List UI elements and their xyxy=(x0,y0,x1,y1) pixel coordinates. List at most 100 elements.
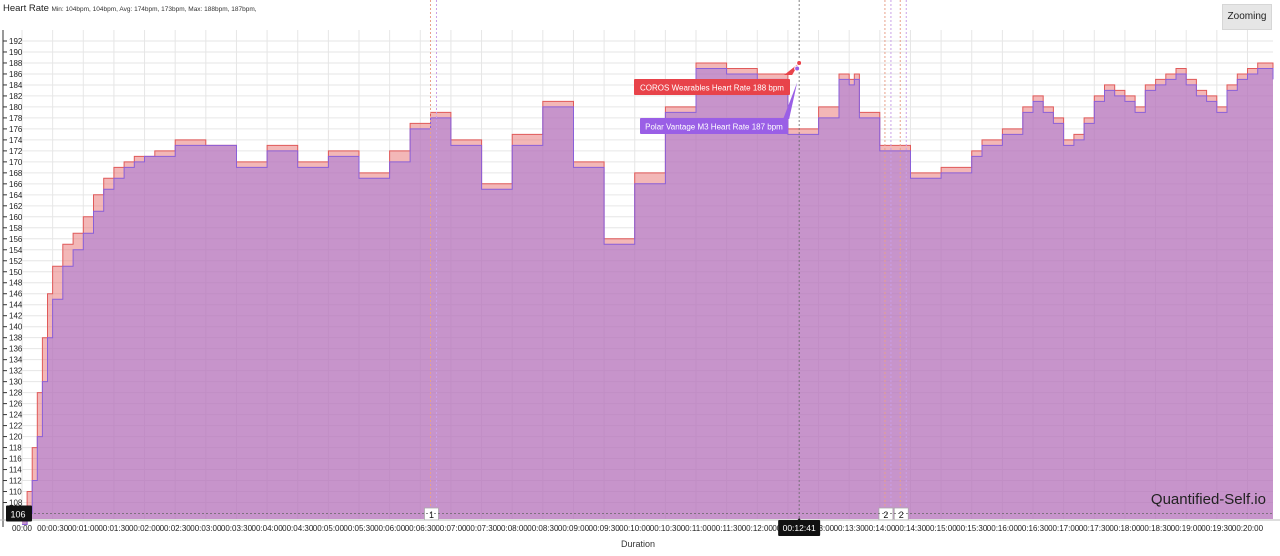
y-tick-label: 186 xyxy=(9,70,23,79)
x-tick-label: 00:06:30 xyxy=(405,524,437,533)
crosshair-x-label: 00:12:41 xyxy=(783,523,816,533)
y-tick-label: 136 xyxy=(9,345,23,354)
y-tick-label: 172 xyxy=(9,147,23,156)
y-tick-label: 132 xyxy=(9,367,23,376)
y-tick-label: 182 xyxy=(9,92,23,101)
x-tick-label: 00:05:00 xyxy=(313,524,345,533)
y-tick-label: 166 xyxy=(9,180,23,189)
y-tick-label: 192 xyxy=(9,37,23,46)
chart-title-text: Heart Rate xyxy=(3,3,49,14)
lap-badge-label: 2 xyxy=(883,510,888,520)
y-tick-label: 146 xyxy=(9,290,23,299)
tooltip-coros-label: COROS Wearables Heart Rate 188 bpm xyxy=(640,84,784,93)
x-tick-label: 00:09:00 xyxy=(558,524,590,533)
tooltip-polar-label: Polar Vantage M3 Heart Rate 187 bpm xyxy=(645,123,783,132)
chart-area[interactable]: 122 108 110 112 114 116 118 120 122 124 126 128 130… xyxy=(0,0,1280,551)
y-tick-label: 184 xyxy=(9,81,23,90)
y-tick-label: 134 xyxy=(9,356,23,365)
y-tick-label: 116 xyxy=(9,455,22,464)
y-tick-label: 140 xyxy=(9,323,23,332)
y-tick-label: 122 xyxy=(9,422,23,431)
x-tick-label: 00:04:30 xyxy=(282,524,314,533)
chart-title: Heart Rate Min: 104bpm, 104bpm, Avg: 174… xyxy=(3,3,257,14)
x-tick-label: 00:01:30 xyxy=(98,524,130,533)
x-tick-label: 00:10:00 xyxy=(619,524,651,533)
x-tick-label: 00:06:00 xyxy=(374,524,406,533)
x-tick-label: 00:16:00 xyxy=(987,524,1019,533)
x-tick-label: 00:15:30 xyxy=(956,524,988,533)
x-tick-label: 00:01:00 xyxy=(68,524,100,533)
y-tick-label: 160 xyxy=(9,213,23,222)
y-tick-label: 176 xyxy=(9,125,23,134)
hover-point-coros xyxy=(796,59,803,66)
zooming-button[interactable]: Zooming xyxy=(1222,4,1272,30)
y-tick-label: 156 xyxy=(9,235,23,244)
x-tick-label: 00:19:00 xyxy=(1171,524,1203,533)
x-tick-label: 00:11:00 xyxy=(681,524,712,533)
x-tick-label: 00:04:00 xyxy=(252,524,284,533)
x-tick-label: 00:00 xyxy=(12,524,33,533)
x-tick-label: 00:17:00 xyxy=(1048,524,1080,533)
y-tick-label: 162 xyxy=(9,202,23,211)
y-tick-label: 152 xyxy=(9,257,23,266)
y-tick-label: 154 xyxy=(9,246,23,255)
y-tick-label: 112 xyxy=(9,477,22,486)
x-tick-label: 00:00:30 xyxy=(37,524,69,533)
y-tick-label: 126 xyxy=(9,400,23,409)
x-tick-label: 00:16:30 xyxy=(1017,524,1049,533)
x-tick-label: 00:19:30 xyxy=(1201,524,1233,533)
y-tick-label: 138 xyxy=(9,334,23,343)
x-tick-label: 00:13:30 xyxy=(834,524,866,533)
y-tick-label: 144 xyxy=(9,301,23,310)
x-axis-title: Duration xyxy=(621,539,655,549)
x-tick-label: 00:14:30 xyxy=(895,524,927,533)
x-tick-label: 00:14:00 xyxy=(864,524,896,533)
x-tick-label: 00:10:30 xyxy=(650,524,682,533)
y-axis: 1081101121141161181201221241261281301321… xyxy=(2,30,23,527)
x-tick-label: 00:09:30 xyxy=(589,524,621,533)
y-tick-label: 120 xyxy=(9,433,23,442)
x-tick-label: 00:18:30 xyxy=(1140,524,1172,533)
y-tick-label: 180 xyxy=(9,103,23,112)
x-tick-label: 00:03:00 xyxy=(190,524,222,533)
y-tick-label: 130 xyxy=(9,378,23,387)
y-tick-label: 190 xyxy=(9,48,23,57)
y-tick-label: 150 xyxy=(9,268,23,277)
y-tick-label: 168 xyxy=(9,169,23,178)
x-tick-label: 00:20:00 xyxy=(1232,524,1264,533)
x-tick-label: 00:18:00 xyxy=(1109,524,1141,533)
x-tick-label: 00:08:00 xyxy=(497,524,529,533)
y-tick-label: 114 xyxy=(9,466,22,475)
x-tick-label: 00:17:30 xyxy=(1079,524,1111,533)
x-tick-label: 00:07:30 xyxy=(466,524,498,533)
y-tick-label: 164 xyxy=(9,191,23,200)
x-axis: 00:00 00:00:30 00:01:00 00:01:30 00:02:00 00:… xyxy=(0,519,1280,533)
y-tick-label: 124 xyxy=(9,411,23,420)
y-tick-label: 188 xyxy=(9,59,23,68)
x-tick-label: 00:03:30 xyxy=(221,524,253,533)
y-tick-label: 178 xyxy=(9,114,23,123)
x-tick-label: 00:08:30 xyxy=(527,524,559,533)
x-tick-label: 00:05:30 xyxy=(343,524,375,533)
x-tick-label: 00:07:00 xyxy=(435,524,467,533)
x-tick-label: 00:02:30 xyxy=(160,524,192,533)
y-tick-label: 170 xyxy=(9,158,23,167)
x-tick-label: 00:02:00 xyxy=(129,524,161,533)
crosshair-y-label: 106 xyxy=(10,510,25,520)
x-tick-label: 00:12:00 xyxy=(742,524,774,533)
lap-badge-label: 1 xyxy=(429,510,434,520)
y-tick-label: 128 xyxy=(9,389,23,398)
chart-stats: Min: 104bpm, 104bpm, Avg: 174bpm, 173bpm… xyxy=(51,6,257,13)
y-tick-label: 142 xyxy=(9,312,23,321)
hover-point-polar xyxy=(794,65,801,72)
x-tick-label: 00:11:30 xyxy=(711,524,742,533)
y-tick-label: 148 xyxy=(9,279,23,288)
y-tick-label: 174 xyxy=(9,136,23,145)
lap-badge-label: 2 xyxy=(899,510,904,520)
heart-rate-chart[interactable]: 122 108110112114116118120122124126128130… xyxy=(0,0,1280,551)
x-tick-label: 00:15:00 xyxy=(926,524,958,533)
y-tick-label: 158 xyxy=(9,224,23,233)
y-tick-label: 118 xyxy=(9,444,22,453)
watermark: Quantified-Self.io xyxy=(1150,491,1266,508)
y-tick-label: 110 xyxy=(9,488,22,497)
